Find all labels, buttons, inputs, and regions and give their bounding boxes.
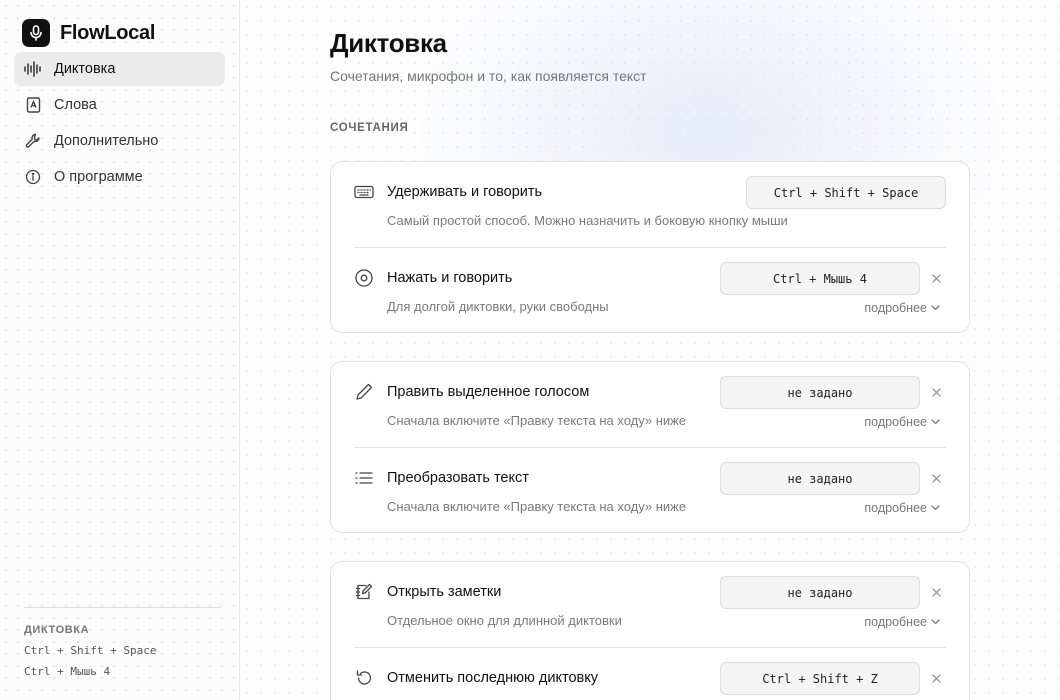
close-icon bbox=[931, 587, 941, 597]
chevron-down-icon bbox=[931, 305, 940, 311]
close-icon bbox=[931, 473, 941, 483]
clear-shortcut-button[interactable] bbox=[928, 668, 944, 688]
row-title: Нажать и говорить bbox=[387, 270, 513, 286]
shortcut-input[interactable]: Ctrl + Shift + Z bbox=[720, 662, 920, 695]
sidebar-nav: Диктовка Слова Дополнительно О программе bbox=[14, 52, 225, 194]
sidebar-item-label: Слова bbox=[54, 97, 97, 113]
row-title: Преобразовать текст bbox=[387, 470, 529, 486]
more-details-label: подробнее bbox=[864, 301, 927, 315]
shortcut-input[interactable]: не задано bbox=[720, 462, 920, 495]
more-details-label: подробнее bbox=[864, 615, 927, 629]
microphone-logo-icon bbox=[22, 19, 50, 47]
sidebar-shortcuts-summary: ДИКТОВКА Ctrl + Shift + Space Ctrl + Мыш… bbox=[24, 607, 221, 682]
row-title: Править выделенное голосом bbox=[387, 384, 590, 400]
waveform-icon bbox=[24, 60, 42, 78]
wrench-icon bbox=[24, 132, 42, 150]
page-title: Диктовка bbox=[330, 28, 447, 58]
sidebar-item-label: Дополнительно bbox=[54, 133, 159, 149]
content: Диктовка Сочетания, микрофон и то, как п… bbox=[330, 28, 970, 700]
row-title: Отменить последнюю диктовку bbox=[387, 670, 598, 686]
clear-shortcut-button[interactable] bbox=[928, 268, 944, 288]
section-title: СОЧЕТАНИЯ bbox=[330, 122, 409, 134]
sidebar-item-label: Диктовка bbox=[54, 61, 116, 77]
close-icon bbox=[931, 387, 941, 397]
record-icon bbox=[354, 268, 374, 288]
more-details-link[interactable]: подробнее bbox=[864, 301, 940, 315]
sidebar-item-words[interactable]: Слова bbox=[14, 88, 225, 122]
shortcut-row-undo-dictation: Отменить последнюю диктовку Ctrl + Shift… bbox=[354, 647, 946, 700]
summary-title: ДИКТОВКА bbox=[24, 624, 90, 636]
chevron-down-icon bbox=[931, 505, 940, 511]
row-description: Отдельное окно для длинной диктовки bbox=[387, 613, 622, 628]
summary-shortcut: Ctrl + Shift + Space bbox=[24, 644, 157, 657]
summary-shortcut: Ctrl + Мышь 4 bbox=[24, 665, 111, 678]
info-icon bbox=[24, 168, 42, 186]
page-subtitle: Сочетания, микрофон и то, как появляется… bbox=[330, 68, 647, 84]
chevron-down-icon bbox=[931, 419, 940, 425]
notes-icon bbox=[354, 582, 374, 602]
undo-icon bbox=[354, 668, 374, 688]
row-description: Самый простой способ. Можно назначить и … bbox=[387, 213, 788, 228]
more-details-label: подробнее bbox=[864, 415, 927, 429]
sidebar: FlowLocal Диктовка Слова Дополнительно О… bbox=[0, 0, 240, 700]
row-description: Сначала включите «Правку текста на ходу»… bbox=[387, 413, 687, 428]
shortcut-row-toggle-to-talk: Нажать и говорить Для долгой диктовки, р… bbox=[354, 247, 946, 332]
shortcut-input[interactable]: Ctrl + Shift + Space bbox=[746, 176, 946, 209]
shortcut-row-transform-text: Преобразовать текст Сначала включите «Пр… bbox=[354, 447, 946, 532]
chevron-down-icon bbox=[931, 619, 940, 625]
row-title: Открыть заметки bbox=[387, 584, 502, 600]
app-name: FlowLocal bbox=[60, 21, 156, 44]
pencil-icon bbox=[354, 382, 374, 402]
brand: FlowLocal bbox=[22, 18, 225, 48]
row-description: Сначала включите «Правку текста на ходу»… bbox=[387, 499, 687, 514]
shortcut-input[interactable]: не задано bbox=[720, 376, 920, 409]
sidebar-item-about[interactable]: О программе bbox=[14, 160, 225, 194]
shortcut-card: Удерживать и говорить Самый простой спос… bbox=[330, 161, 970, 333]
sidebar-item-dictation[interactable]: Диктовка bbox=[14, 52, 225, 86]
shortcut-input[interactable]: Ctrl + Мышь 4 bbox=[720, 262, 920, 295]
more-details-link[interactable]: подробнее bbox=[864, 615, 940, 629]
more-details-link[interactable]: подробнее bbox=[864, 501, 940, 515]
shortcut-card: Править выделенное голосом Сначала включ… bbox=[330, 361, 970, 533]
close-icon bbox=[931, 673, 941, 683]
more-details-link[interactable]: подробнее bbox=[864, 415, 940, 429]
main-panel: Диктовка Сочетания, микрофон и то, как п… bbox=[240, 0, 1060, 700]
more-details-label: подробнее bbox=[864, 501, 927, 515]
row-title: Удерживать и говорить bbox=[387, 184, 543, 200]
clear-shortcut-button[interactable] bbox=[928, 382, 944, 402]
clear-shortcut-button[interactable] bbox=[928, 468, 944, 488]
keyboard-icon bbox=[354, 182, 374, 202]
close-icon bbox=[931, 273, 941, 283]
sidebar-item-label: О программе bbox=[54, 169, 143, 185]
shortcut-row-open-notes: Открыть заметки Отдельное окно для длинн… bbox=[354, 562, 946, 647]
shortcut-row-hold-to-talk: Удерживать и говорить Самый простой спос… bbox=[354, 162, 946, 247]
shortcut-row-edit-selection: Править выделенное голосом Сначала включ… bbox=[354, 362, 946, 447]
sidebar-item-advanced[interactable]: Дополнительно bbox=[14, 124, 225, 158]
shortcut-input[interactable]: не задано bbox=[720, 576, 920, 609]
list-icon bbox=[354, 468, 374, 488]
dictionary-icon bbox=[24, 96, 42, 114]
row-description: Для долгой диктовки, руки свободны bbox=[387, 299, 609, 314]
clear-shortcut-button[interactable] bbox=[928, 582, 944, 602]
shortcut-card: Открыть заметки Отдельное окно для длинн… bbox=[330, 561, 970, 700]
